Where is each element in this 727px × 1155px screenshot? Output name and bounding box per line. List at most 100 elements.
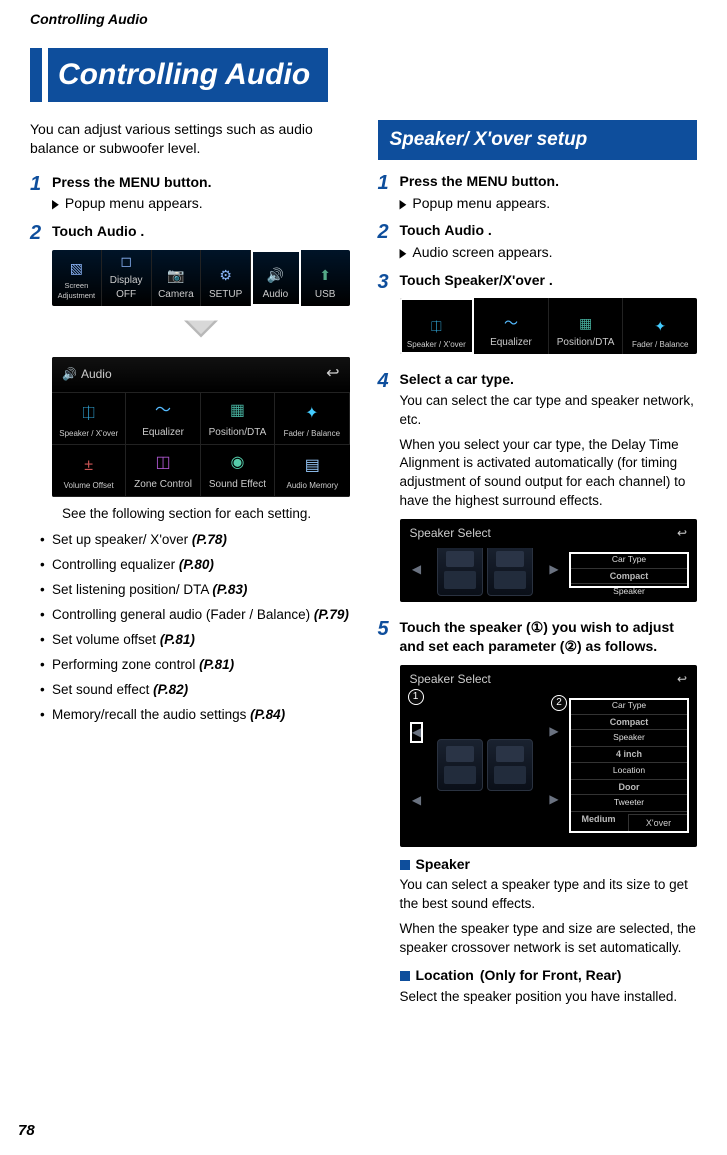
volume-offset-icon: ±: [78, 454, 100, 478]
parameter-panel: Car Type Compact Speaker 4 inch Location…: [569, 698, 689, 833]
speaker-select-screenshot-2: Speaker Select ↩ ◀◀ ▶▶ Car Type Compact S…: [400, 665, 698, 847]
step-3: 3 Touch Speaker/X'over . ⎅Speaker / X'ov…: [378, 271, 698, 363]
settings-list: Set up speaker/ X'over (P.78) Controllin…: [30, 531, 350, 724]
step-result: Audio screen appears.: [400, 243, 698, 263]
tile-fader-balance: ✦Fader / Balance: [623, 298, 697, 354]
list-item: Set up speaker/ X'over (P.78): [52, 531, 350, 550]
step-1: 1 Press the MENU button. Popup menu appe…: [30, 173, 350, 214]
audio-menu-title: 🔊Audio: [62, 366, 112, 383]
page-title-bar: Controlling Audio: [30, 48, 697, 102]
usb-icon: ⬆: [314, 266, 336, 286]
speaker-indicator-right: ▶▶: [545, 698, 563, 833]
tile-camera: 📷Camera: [152, 250, 202, 306]
position-icon: ▦: [575, 314, 597, 334]
audio-menu-strip-screenshot: ⎅Speaker / X'over 〜Equalizer ▦Position/D…: [400, 298, 698, 354]
equalizer-icon: 〜: [152, 400, 174, 424]
tile-speaker-xover: ⎅Speaker / X'over: [400, 298, 475, 354]
audio-menu-screenshot: 🔊Audio ↩ ⎅Speaker / X'over 〜Equalizer ▦P…: [52, 357, 350, 496]
speaker-icon: 🔊: [62, 367, 77, 381]
speaker-indicator-left: ◀◀: [408, 698, 426, 833]
step-instruction: Touch Speaker/X'over .: [400, 271, 698, 291]
step-number: 2: [30, 222, 52, 523]
list-item: Controlling equalizer (P.80): [52, 556, 350, 575]
step-instruction: Touch the speaker (①) you wish to adjust…: [400, 618, 698, 657]
step-2: 2 Touch Audio . Audio screen appears.: [378, 221, 698, 262]
note-text: See the following section for each setti…: [62, 505, 350, 524]
body-text: Select the speaker position you have ins…: [400, 988, 698, 1007]
list-item: Set volume offset (P.81): [52, 631, 350, 650]
body-text: You can select a speaker type and its si…: [400, 876, 698, 914]
fader-icon: ✦: [649, 317, 671, 337]
page-title: Controlling Audio: [48, 48, 328, 102]
seat-diagram: [432, 698, 540, 833]
running-header: Controlling Audio: [30, 10, 697, 30]
speaker-indicator-right: ▶: [545, 552, 563, 588]
title-accent: [30, 48, 42, 102]
step-number: 4: [378, 370, 400, 610]
param-heading-location: Location (Only for Front, Rear): [400, 966, 698, 986]
page-number: 78: [18, 1120, 35, 1141]
tile-fader-balance: ✦Fader / Balance: [275, 393, 349, 445]
xover-button: X'over: [628, 814, 689, 833]
list-item: Performing zone control (P.81): [52, 656, 350, 675]
tile-display-off: ◻Display OFF: [102, 250, 152, 306]
fader-icon: ✦: [301, 402, 323, 426]
step-2: 2 Touch Audio . ▧Screen Adjustment ◻Disp…: [30, 222, 350, 523]
list-item: Set sound effect (P.82): [52, 681, 350, 700]
speaker-select-screenshot-1: Speaker Select↩ ◀ ▶ Car Type Compact Spe…: [400, 519, 698, 602]
back-icon: ↩: [677, 525, 687, 542]
intro-text: You can adjust various settings such as …: [30, 120, 350, 159]
section-heading: Speaker/ X'over setup: [378, 120, 698, 161]
tile-audio-memory: ▤Audio Memory: [275, 445, 349, 497]
tile-equalizer: 〜Equalizer: [126, 393, 200, 445]
tile-position-dta: ▦Position/DTA: [549, 298, 624, 354]
step-instruction: Select a car type.: [400, 370, 698, 390]
callout-2: 2: [551, 695, 567, 711]
gear-icon: ⚙: [215, 266, 237, 286]
list-item: Controlling general audio (Fader / Balan…: [52, 606, 350, 625]
list-item: Memory/recall the audio settings (P.84): [52, 706, 350, 725]
tile-zone-control: ◫Zone Control: [126, 445, 200, 497]
tile-equalizer: 〜Equalizer: [474, 298, 549, 354]
step-instruction: Press the MENU button.: [52, 173, 350, 193]
memory-icon: ▤: [301, 454, 323, 478]
screen-title: Speaker Select: [410, 671, 491, 688]
step-number: 1: [378, 172, 400, 213]
param-heading-speaker: Speaker: [400, 855, 698, 875]
step-number: 3: [378, 271, 400, 363]
step-instruction: Press the MENU button.: [400, 172, 698, 192]
speaker-icon: 🔊: [264, 266, 286, 286]
step-number: 1: [30, 173, 52, 214]
body-text: When the speaker type and size are selec…: [400, 920, 698, 958]
step-instruction: Touch Audio .: [400, 221, 698, 241]
square-bullet-icon: [400, 860, 410, 870]
callout-1: 1: [408, 689, 424, 705]
camera-icon: 📷: [165, 266, 187, 286]
back-icon: ↩: [677, 671, 687, 688]
step-result: Popup menu appears.: [400, 194, 698, 214]
tile-speaker-xover: ⎅Speaker / X'over: [52, 393, 126, 445]
screen-title: Speaker Select: [410, 525, 491, 542]
list-item: Set listening position/ DTA (P.83): [52, 581, 350, 600]
equalizer-icon: 〜: [500, 314, 522, 334]
tile-usb: ⬆USB: [301, 250, 350, 306]
square-bullet-icon: [400, 971, 410, 981]
tile-sound-effect: ◉Sound Effect: [201, 445, 275, 497]
step-5: 5 Touch the speaker (①) you wish to adju…: [378, 618, 698, 1007]
step-4: 4 Select a car type. You can select the …: [378, 370, 698, 610]
right-column: Speaker/ X'over setup 1 Press the MENU b…: [378, 120, 698, 1007]
popup-menu-screenshot: ▧Screen Adjustment ◻Display OFF 📷Camera …: [52, 250, 350, 306]
step-1: 1 Press the MENU button. Popup menu appe…: [378, 172, 698, 213]
body-text: When you select your car type, the Delay…: [400, 436, 698, 512]
step-number: 5: [378, 618, 400, 1007]
tile-volume-offset: ±Volume Offset: [52, 445, 126, 497]
left-column: You can adjust various settings such as …: [30, 120, 350, 1007]
zone-icon: ◫: [152, 452, 174, 476]
xover-icon: ⎅: [78, 402, 100, 426]
step-result: Popup menu appears.: [52, 194, 350, 214]
tile-audio: 🔊Audio: [251, 250, 301, 306]
back-icon: ↩: [326, 363, 339, 385]
step-instruction: Touch Audio .: [52, 222, 350, 242]
screen-icon: ▧: [65, 259, 87, 279]
body-text: You can select the car type and speaker …: [400, 392, 698, 430]
